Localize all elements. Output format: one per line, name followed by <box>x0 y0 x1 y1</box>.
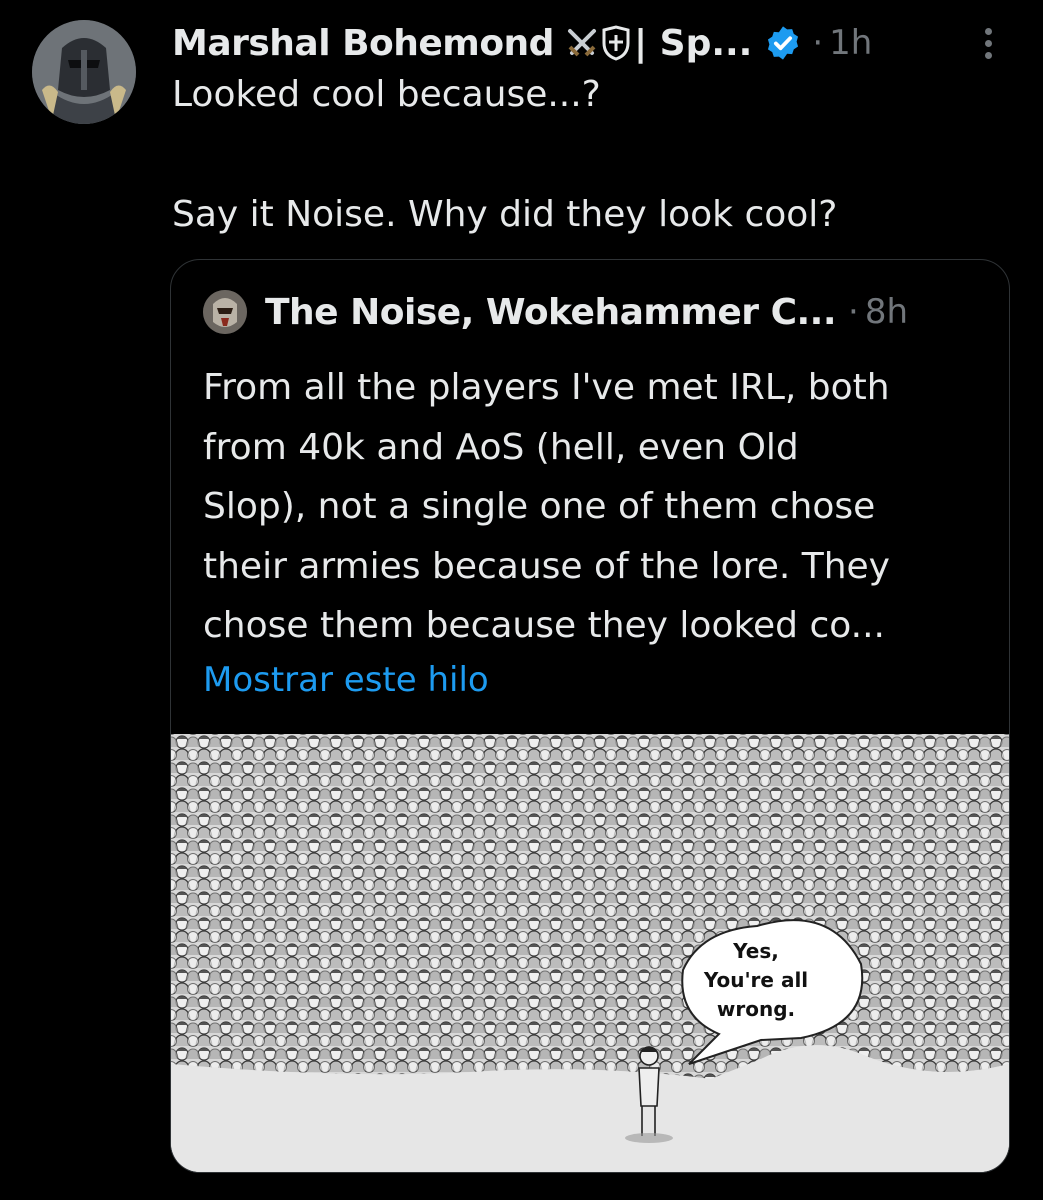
quoted-timestamp[interactable]: 8h <box>865 292 908 332</box>
verified-badge-icon <box>768 26 799 60</box>
quoted-text-line: Slop), not a single one of them chose <box>203 486 876 527</box>
author-name-suffix[interactable]: | Sp... <box>634 23 752 64</box>
quoted-author-name[interactable]: The Noise, Wokehammer C... <box>265 292 837 333</box>
quoted-tweet-card[interactable]: The Noise, Wokehammer C... · 8h From all… <box>170 259 1010 1173</box>
quoted-media-image[interactable]: Yes, You're all wrong. <box>171 734 1009 1172</box>
tweet-text-line-1: Looked cool because...? <box>172 74 601 115</box>
author-avatar[interactable] <box>32 20 136 124</box>
quoted-tweet-header: The Noise, Wokehammer C... · 8h <box>203 290 908 334</box>
tweet-timestamp[interactable]: 1h <box>829 23 872 63</box>
bubble-text-line: You're all <box>703 968 808 992</box>
quoted-text-line: their armies because of the lore. They <box>203 545 890 587</box>
quoted-text-line: From all the players I've met IRL, both <box>203 367 890 408</box>
quoted-separator-dot: · <box>848 292 859 332</box>
bubble-text-line: Yes, <box>732 939 779 963</box>
quoted-author-avatar[interactable] <box>203 290 247 334</box>
shield-icon <box>602 25 630 61</box>
show-thread-link[interactable]: Mostrar este hilo <box>203 660 489 700</box>
separator-dot: · <box>812 23 824 63</box>
quoted-tweet-text: From all the players I've met IRL, both … <box>203 358 993 656</box>
quoted-text-line: from 40k and AoS (hell, even Old <box>203 426 799 468</box>
helmet-icon <box>203 290 247 334</box>
bubble-text-line: wrong. <box>717 997 795 1021</box>
quoted-text-line: chose them because they looked co... <box>203 605 885 646</box>
crossed-swords-icon <box>567 29 596 57</box>
knight-helmet-icon <box>32 20 136 124</box>
more-options-icon[interactable] <box>978 28 998 64</box>
crowd-meme-illustration: Yes, You're all wrong. <box>171 734 1009 1172</box>
author-name[interactable]: Marshal Bohemond <box>172 23 554 64</box>
tweet-text-line-2: Say it Noise. Why did they look cool? <box>172 194 838 235</box>
tweet-header: Marshal Bohemond | Sp... · 1h <box>172 18 872 68</box>
